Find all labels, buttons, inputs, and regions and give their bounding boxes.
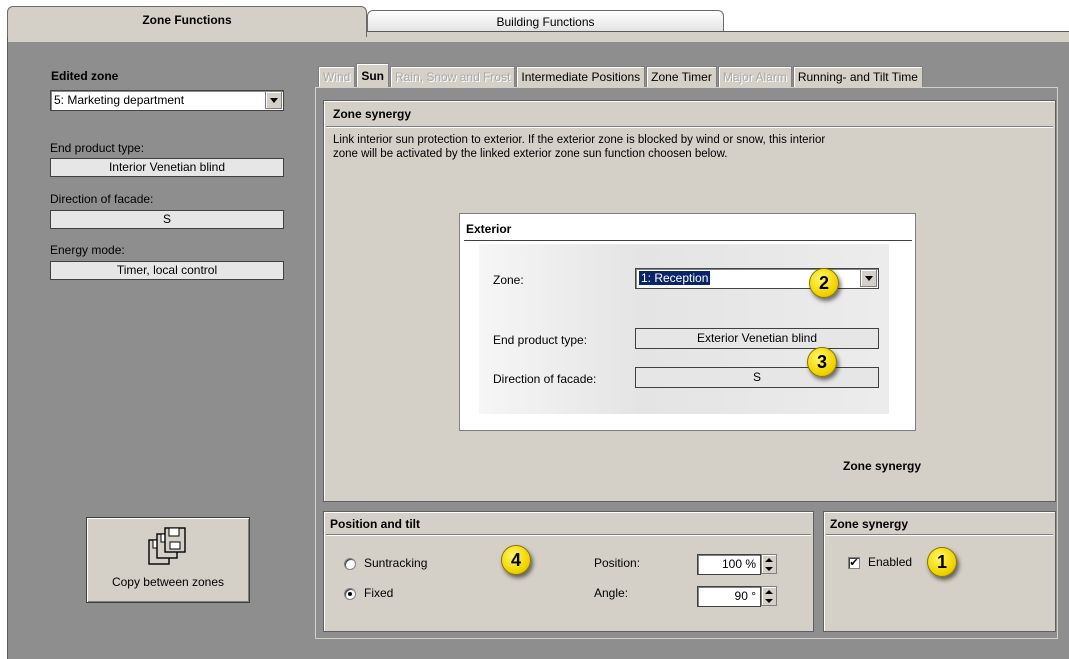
exterior-zone-value: 1: Reception <box>639 271 711 285</box>
chevron-down-icon[interactable] <box>860 270 877 287</box>
exterior-direction-field: S <box>635 367 879 388</box>
callout-4: 4 <box>501 545 531 575</box>
end-product-label: End product type: <box>50 141 145 155</box>
callout-2: 2 <box>809 268 839 298</box>
angle-field[interactable]: 90 ° <box>697 586 761 607</box>
spin-up-icon[interactable] <box>765 589 773 594</box>
enabled-label: Enabled <box>868 555 913 569</box>
exterior-zone-select[interactable]: 1: Reception <box>635 268 879 289</box>
angle-label: Angle: <box>594 586 629 600</box>
tab-running-tilt-time[interactable]: Running- and Tilt Time <box>792 66 923 88</box>
exterior-box: Exterior Zone: 1: Reception End product … <box>459 213 916 431</box>
exterior-title: Exterior <box>466 222 512 236</box>
exterior-end-product-label: End product type: <box>493 333 588 347</box>
edited-zone-label: Edited zone <box>51 69 119 83</box>
enabled-checkbox[interactable]: ✔ <box>848 557 860 569</box>
suntracking-label: Suntracking <box>364 556 428 570</box>
suntracking-radio[interactable] <box>344 558 356 570</box>
tab-sun[interactable]: Sun <box>356 63 390 88</box>
zone-synergy-divider <box>326 126 1053 127</box>
position-tilt-divider <box>326 534 811 535</box>
zone-synergy-title: Zone synergy <box>333 107 412 121</box>
exterior-zone-label: Zone: <box>493 273 524 287</box>
spin-up-icon[interactable] <box>765 557 773 562</box>
exterior-direction-label: Direction of facade: <box>493 372 597 386</box>
angle-spinner[interactable] <box>761 586 777 606</box>
chevron-down-icon[interactable] <box>265 92 282 109</box>
direction-label: Direction of facade: <box>50 192 154 206</box>
fixed-label: Fixed <box>364 586 394 600</box>
position-spinner[interactable] <box>761 554 777 574</box>
position-tilt-group: Position and tilt Suntracking Fixed Posi… <box>323 511 814 632</box>
zone-synergy-panel: Zone synergy Link interior sun protectio… <box>323 100 1056 502</box>
callout-1: 1 <box>927 547 957 577</box>
zone-synergy-box-title: Zone synergy <box>830 517 909 531</box>
energy-mode-label: Energy mode: <box>50 243 125 257</box>
zone-synergy-box-divider <box>826 534 1053 535</box>
position-tilt-title: Position and tilt <box>330 517 420 531</box>
exterior-divider <box>464 240 912 241</box>
zone-synergy-description: Link interior sun protection to exterior… <box>333 134 826 160</box>
callout-3: 3 <box>807 347 837 377</box>
copy-between-zones-button[interactable]: Copy between zones <box>86 517 250 603</box>
zone-synergy-footer-label: Zone synergy <box>843 459 922 473</box>
edited-zone-value: 5: Marketing department <box>54 93 185 107</box>
spin-down-icon[interactable] <box>765 598 773 603</box>
position-field[interactable]: 100 % <box>697 554 761 575</box>
energy-mode-field: Timer, local control <box>50 261 284 280</box>
function-tabs: Wind Sun Rain, Snow and Frost Intermedia… <box>318 63 924 88</box>
spin-down-icon[interactable] <box>765 566 773 571</box>
fixed-radio[interactable] <box>344 588 356 600</box>
copy-zones-icon <box>148 527 186 565</box>
tab-zone-functions[interactable]: Zone Functions <box>7 6 367 37</box>
exterior-end-product-field: Exterior Venetian blind <box>635 328 879 349</box>
edited-zone-select[interactable]: 5: Marketing department <box>50 90 284 111</box>
tab-intermediate-positions[interactable]: Intermediate Positions <box>516 66 646 88</box>
tab-wind[interactable]: Wind <box>318 66 356 88</box>
tab-zone-timer[interactable]: Zone Timer <box>646 66 717 88</box>
tab-building-functions[interactable]: Building Functions <box>367 10 724 32</box>
tab-rain-snow-frost[interactable]: Rain, Snow and Frost <box>390 66 516 88</box>
tab-major-alarm[interactable]: Major Alarm <box>717 66 792 88</box>
end-product-field: Interior Venetian blind <box>50 158 284 177</box>
copy-button-label: Copy between zones <box>111 575 225 589</box>
position-label: Position: <box>594 556 641 570</box>
direction-field: S <box>50 210 284 229</box>
